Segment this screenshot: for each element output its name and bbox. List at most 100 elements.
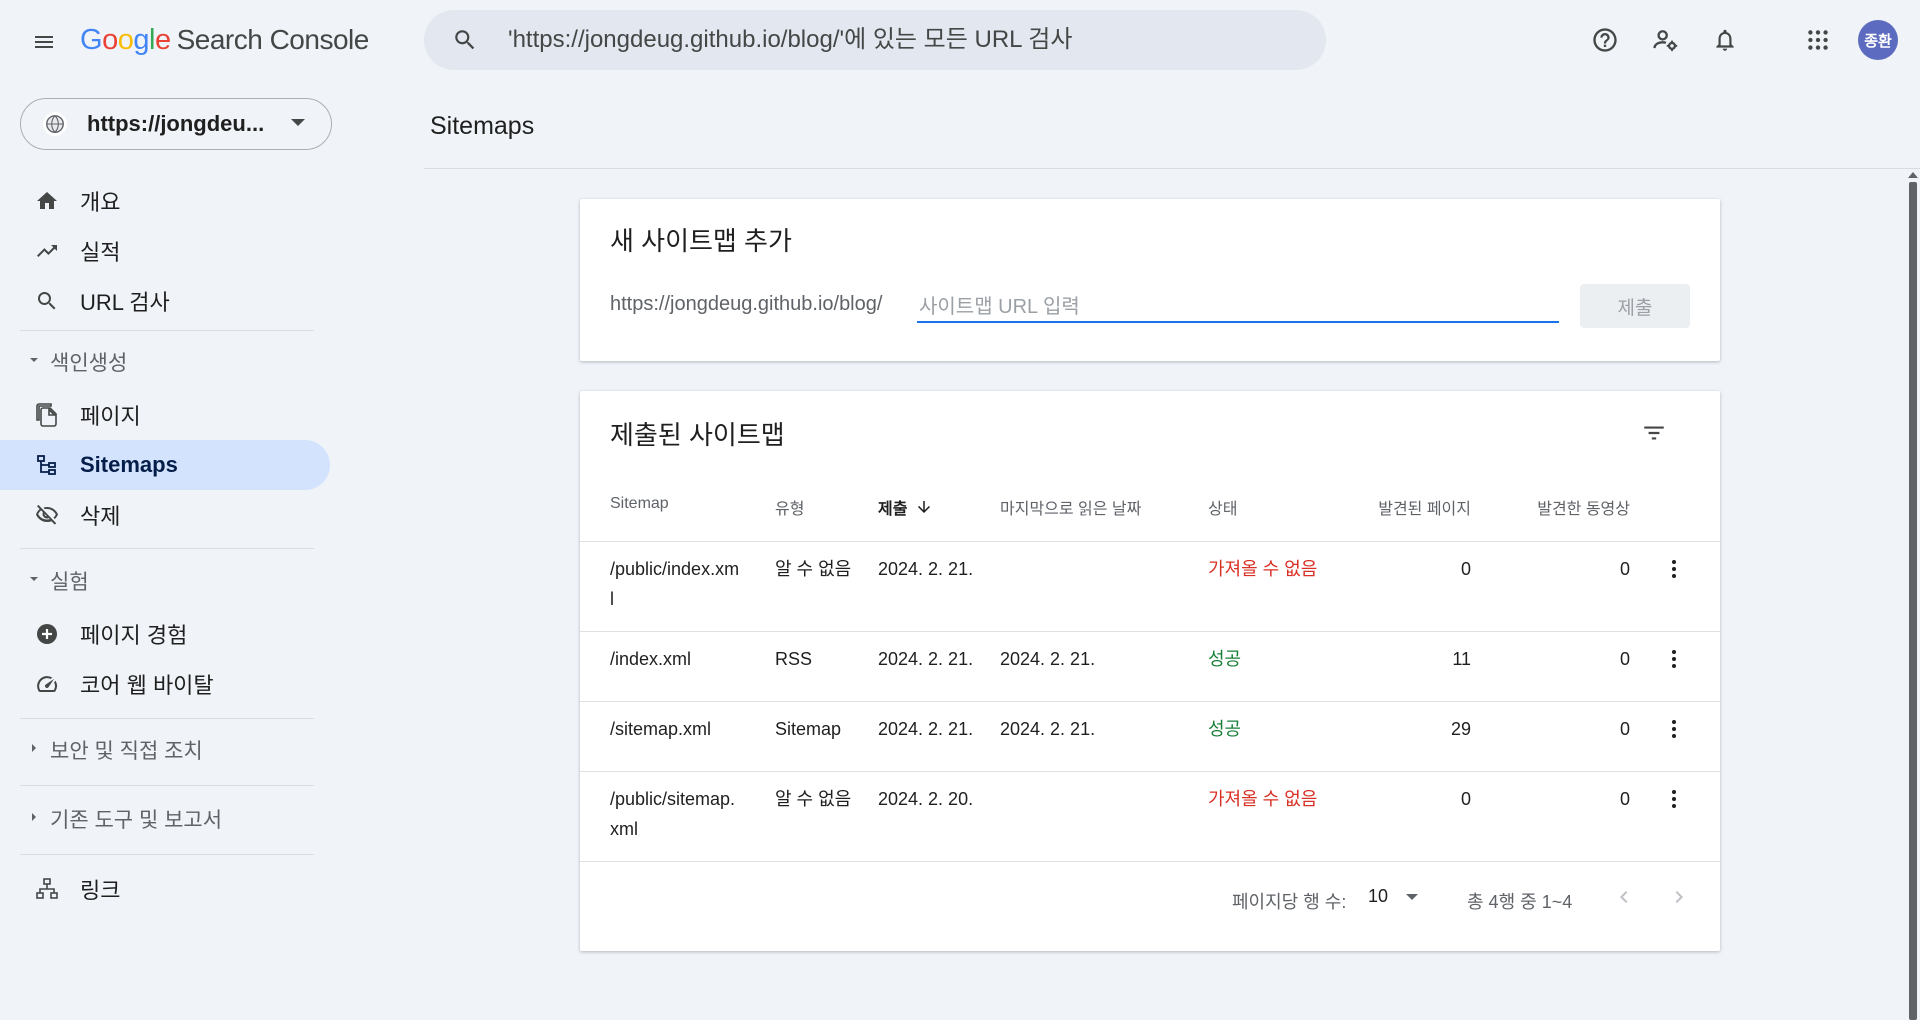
sidebar-divider [20,785,314,786]
column-header-type[interactable]: 유형 [775,495,804,519]
sitemap-cell: /index.xml [610,649,692,669]
notifications-icon[interactable] [1707,22,1743,58]
sidebar-item-label: 페이지 경험 [80,623,188,648]
sidebar-item-label: Sitemaps [80,452,178,477]
collapse-triangle-icon [28,572,40,590]
sidebar-item-url-inspection[interactable]: URL 검사 [0,276,330,326]
vertical-scrollbar[interactable] [1906,170,1920,1020]
sidebar-item-label: 실적 [80,240,121,265]
scroll-up-arrow[interactable] [1908,172,1918,178]
table-divider [580,861,1720,862]
column-header-status[interactable]: 상태 [1208,495,1237,519]
expand-triangle-icon [28,810,40,828]
sidebar-item-label: URL 검사 [80,290,170,315]
search-icon[interactable] [446,21,484,59]
sidebar-item-page-experience[interactable]: 페이지 경험 [0,609,330,659]
column-header-pages[interactable]: 발견된 페이지 [1340,495,1471,519]
table-divider [580,631,1720,632]
search-icon [34,288,60,314]
title-divider [424,168,1920,169]
logo-letter: g [133,24,149,56]
type-cell: Sitemap [775,719,842,739]
arrow-drop-down-icon [1406,893,1419,900]
pagination-range: 총 4행 중 1~4 [1467,892,1573,912]
pages-cell: 11 [1452,649,1471,669]
sitemap-path-wrap: xml [610,819,638,839]
sidebar-item-sitemaps[interactable]: Sitemaps [0,440,330,490]
chevron-left-icon[interactable] [1608,881,1640,913]
table-divider [580,701,1720,702]
submitted-cell: 2024. 2. 20. [878,789,974,809]
rows-per-page-value: 10 [1368,886,1389,906]
pages-cell: 29 [1450,719,1471,739]
sidebar-divider [20,548,314,549]
more-vert-icon[interactable] [1659,644,1689,674]
section-security[interactable]: 보안 및 직접 조치 [0,730,330,770]
section-legacy[interactable]: 기존 도구 및 보고서 [0,799,330,839]
sidebar-item-core-web-vitals[interactable]: 코어 웹 바이탈 [0,659,330,709]
rows-per-page-select[interactable]: 10 [1368,886,1419,907]
help-icon[interactable] [1587,22,1623,58]
more-vert-icon[interactable] [1659,784,1689,814]
last-read-cell: 2024. 2. 21. [1000,649,1096,669]
submit-button[interactable]: 제출 [1580,284,1690,328]
more-vert-icon[interactable] [1659,714,1689,744]
add-sitemap-title: 새 사이트맵 추가 [610,226,792,256]
sidebar-item-overview[interactable]: 개요 [0,176,330,226]
sidebar: https://jongdeu... 개요 실적 URL 검사 색인생성 페이지… [0,82,340,926]
apps-icon[interactable] [1800,22,1836,58]
sidebar-item-label: 코어 웹 바이탈 [80,673,214,698]
sidebar-item-removals[interactable]: 삭제 [0,490,330,540]
google-search-console-logo[interactable]: Google Search Console [80,24,369,57]
sidebar-item-performance[interactable]: 실적 [0,226,330,276]
url-inspection-search[interactable] [424,10,1326,70]
videos-cell: 0 [1619,649,1630,669]
table-divider [580,771,1720,772]
section-experience[interactable]: 실험 [0,561,330,601]
sidebar-item-pages[interactable]: 페이지 [0,390,330,440]
account-avatar[interactable]: 종환 [1858,20,1898,60]
type-cell: 알 수 없음 [775,789,852,809]
rows-per-page-label: 페이지당 행 수: [1232,892,1347,912]
property-selector[interactable]: https://jongdeu... [20,98,332,150]
manage-users-icon[interactable] [1647,22,1683,58]
videos-cell: 0 [1619,719,1630,739]
collapse-triangle-icon [28,353,40,371]
sitemap-cell: /public/index.xm l [610,554,739,614]
column-header-last-read[interactable]: 마지막으로 읽은 날짜 [1000,495,1141,519]
sitemap-url-input[interactable] [917,293,1559,323]
status-cell: 가져올 수 없음 [1208,559,1318,579]
search-input[interactable] [508,26,1308,54]
status-cell: 가져올 수 없음 [1208,789,1318,809]
sidebar-item-label: 페이지 [80,404,141,429]
submitted-cell: 2024. 2. 21. [878,559,974,579]
sidebar-divider [20,330,314,331]
sidebar-divider [20,854,314,855]
pages-cell: 0 [1460,789,1471,809]
filter-icon[interactable] [1636,415,1672,451]
column-header-sitemap[interactable]: Sitemap [610,495,669,513]
more-vert-icon[interactable] [1659,554,1689,584]
section-indexing[interactable]: 색인생성 [0,342,330,382]
speed-icon [34,671,60,697]
chevron-right-icon[interactable] [1663,881,1695,913]
last-read-cell: 2024. 2. 21. [1000,719,1096,739]
videos-cell: 0 [1619,789,1630,809]
logo-letter: o [102,24,118,56]
section-label: 기존 도구 및 보고서 [50,809,223,832]
sitemap-path: /public/sitemap. [610,789,736,809]
menu-icon[interactable] [26,24,62,60]
scrollbar-thumb[interactable] [1909,182,1917,1020]
submitted-sitemaps-title: 제출된 사이트맵 [610,420,785,450]
column-header-videos[interactable]: 발견한 동영상 [1490,495,1630,519]
links-icon [34,876,60,902]
sitemap-path: /public/index.xm [610,559,740,579]
table-divider [580,541,1720,542]
sidebar-item-links[interactable]: 링크 [0,864,330,914]
section-label: 보안 및 직접 조치 [50,740,203,763]
submitted-cell: 2024. 2. 21. [878,649,974,669]
home-icon [34,188,60,214]
submitted-cell: 2024. 2. 21. [878,719,974,739]
column-header-submitted[interactable]: 제출 [878,495,933,519]
chevron-down-icon [291,119,305,126]
